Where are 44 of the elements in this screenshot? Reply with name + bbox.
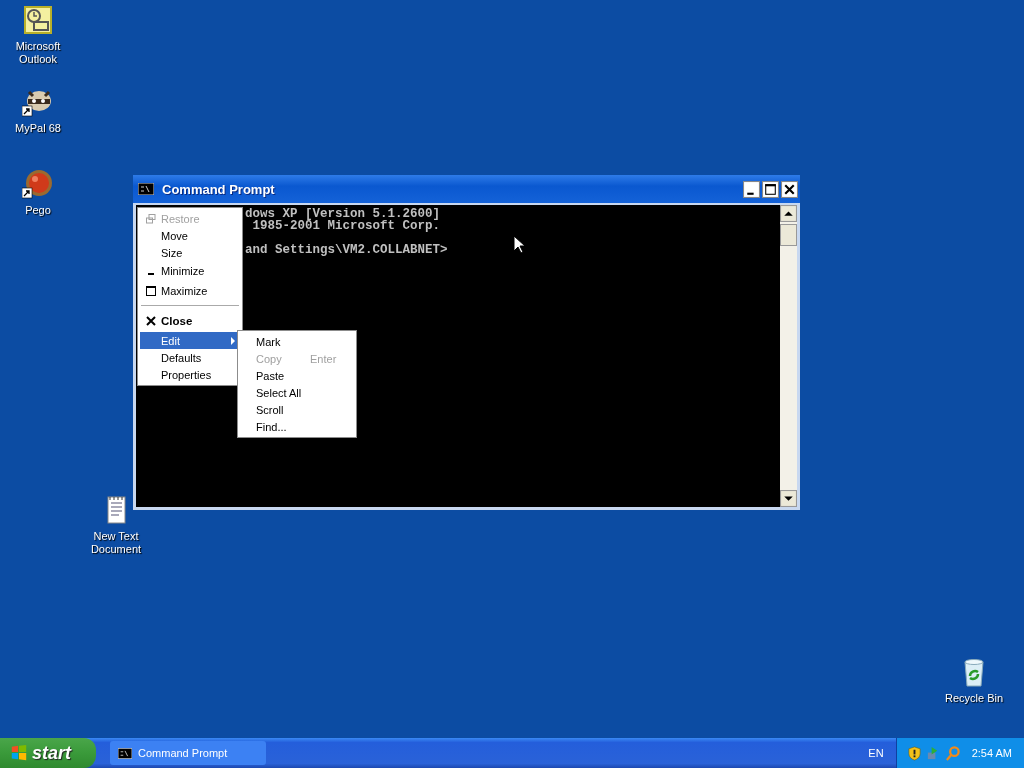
submenu-arrow-icon xyxy=(231,337,235,345)
mail-clock-icon[interactable] xyxy=(22,4,54,36)
menu-item[interactable]: Properties xyxy=(140,366,240,383)
close-button[interactable] xyxy=(781,180,798,198)
desktop-icon-label[interactable]: Microsoft Outlook xyxy=(1,40,75,66)
desktop-icon-label[interactable]: MyPal 68 xyxy=(1,122,75,135)
menu-item[interactable]: Find... xyxy=(240,418,354,435)
windows-flag-icon xyxy=(10,744,28,762)
console-text: 1985-2001 Microsoft Corp. xyxy=(251,219,441,233)
console-text: dows XP [Version 5.1.2600] xyxy=(245,207,441,221)
desktop-icon-label[interactable]: Pego xyxy=(1,204,75,217)
restore-icon xyxy=(145,213,156,224)
menu-item[interactable]: Defaults xyxy=(140,349,240,366)
menu-item[interactable]: Scroll xyxy=(240,401,354,418)
start-button[interactable]: start xyxy=(0,738,96,768)
minimize-button[interactable] xyxy=(743,180,760,198)
minimize-icon xyxy=(147,273,154,275)
scroll-down-button[interactable] xyxy=(780,490,797,507)
maximize-icon xyxy=(145,286,156,296)
menu-item[interactable]: Size xyxy=(140,244,240,261)
menu-item[interactable]: Close xyxy=(140,310,240,332)
menu-item[interactable]: Maximize xyxy=(140,281,240,301)
menu-item[interactable]: Mark xyxy=(240,333,354,350)
maximize-button[interactable] xyxy=(762,180,779,198)
mouse-cursor-icon xyxy=(513,235,525,254)
scroll-up-button[interactable] xyxy=(780,205,797,222)
desktop-icon-label[interactable]: Recycle Bin xyxy=(937,692,1011,705)
console-text: and Settings\VM2.COLLABNET> xyxy=(245,243,448,257)
window-title: Command Prompt xyxy=(162,181,275,197)
shield-icon[interactable] xyxy=(906,745,922,761)
menu-item[interactable]: Move xyxy=(140,227,240,244)
scroll-thumb[interactable] xyxy=(780,224,797,246)
menu-item[interactable]: Minimize xyxy=(140,261,240,281)
console-icon[interactable] xyxy=(138,183,154,195)
submenu-item[interactable]: Edit xyxy=(140,332,240,349)
scrollbar[interactable] xyxy=(780,205,797,507)
menu-item[interactable]: Select All xyxy=(240,384,354,401)
language-indicator[interactable]: EN xyxy=(868,747,884,759)
close-icon xyxy=(145,316,156,326)
menu-item[interactable]: Paste xyxy=(240,367,354,384)
orb-icon[interactable] xyxy=(22,168,54,200)
console-icon xyxy=(118,747,132,759)
desktop-icon-label[interactable]: New Text Document xyxy=(79,530,153,556)
taskbar-button[interactable]: Command Prompt xyxy=(110,741,266,765)
